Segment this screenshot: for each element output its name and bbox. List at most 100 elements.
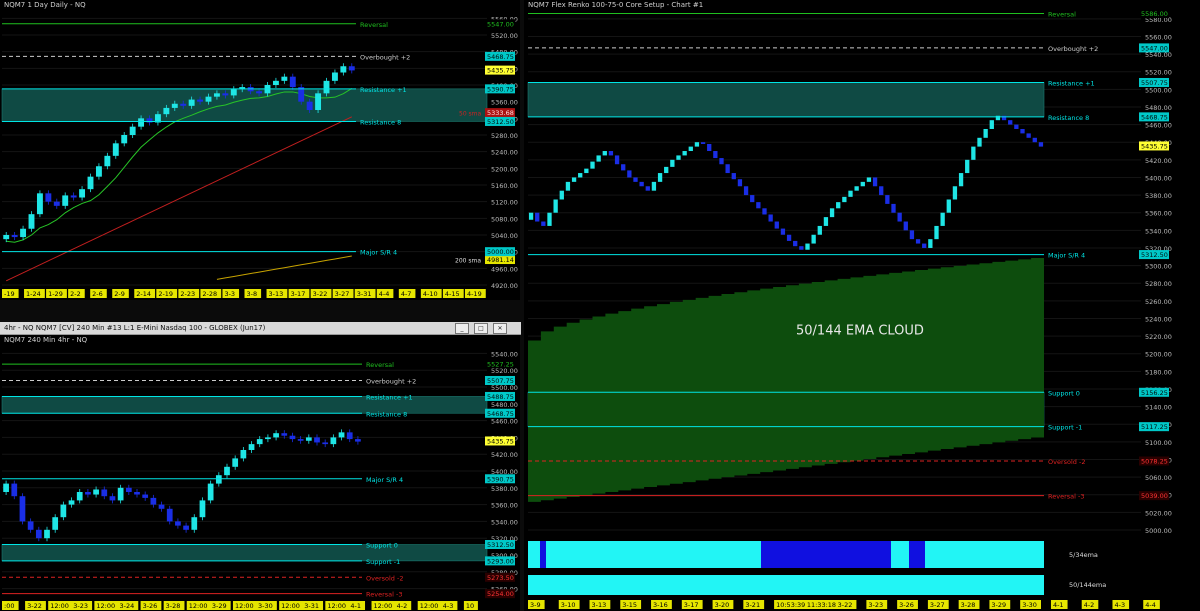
daily-chart-svg[interactable]: 5560.005520.005480.005440.005400.005360.… xyxy=(0,0,520,300)
candle-body xyxy=(743,186,749,196)
candle-body xyxy=(70,195,77,198)
date-tick-label: 12:00 xyxy=(281,602,300,610)
candle-body xyxy=(768,214,773,222)
date-tick-label: 10 xyxy=(466,602,474,610)
level-value-label: 5293.00 xyxy=(487,557,514,565)
candle-body xyxy=(965,159,970,174)
date-tick-label: 3-16 xyxy=(653,601,668,609)
level-name-label: Reversal xyxy=(1048,11,1076,19)
candle-body xyxy=(885,195,890,204)
candle-body xyxy=(224,466,230,476)
level-name-label: Resistance +1 xyxy=(366,393,413,401)
candle-body xyxy=(977,137,982,147)
candle-body xyxy=(688,146,693,152)
candle-body xyxy=(915,239,921,244)
daily-chart-panel[interactable]: NQM7 1 Day Daily - NQ 5560.005520.005480… xyxy=(0,0,520,300)
level-zone xyxy=(527,82,1045,118)
date-tick-label: 1-29 xyxy=(48,290,63,298)
candle-body xyxy=(940,212,945,226)
candle-body xyxy=(331,72,338,81)
candle-body xyxy=(138,118,145,127)
maximize-icon[interactable]: □ xyxy=(474,323,488,334)
date-tick-label: 2-6 xyxy=(92,290,103,298)
candle-body xyxy=(273,433,279,438)
date-tick-label: 12:00 xyxy=(327,602,346,610)
candle-body xyxy=(45,193,52,202)
candle-body xyxy=(725,164,730,174)
candle-body xyxy=(171,103,178,108)
candle-body xyxy=(188,99,195,106)
price-tick-label: 5280.00 xyxy=(491,132,518,140)
candle-body xyxy=(1026,133,1031,138)
candle-body xyxy=(121,135,128,144)
ema-strip-segment xyxy=(761,541,891,568)
renko-chart-svg[interactable]: 5580.005560.005540.005520.005500.005480.… xyxy=(524,0,1200,611)
price-tick-label: 5300.00 xyxy=(1145,263,1172,271)
candle-body xyxy=(338,432,345,438)
minimize-icon[interactable]: _ xyxy=(455,323,469,334)
candle-body xyxy=(306,101,313,110)
h4-chart-panel[interactable]: NQM7 240 Min 4hr - NQ 5540.00 5520.00 5500… xyxy=(0,335,520,611)
candle-body xyxy=(134,492,140,495)
price-tick-label: 5100.00 xyxy=(1145,439,1172,447)
close-icon[interactable]: ✕ xyxy=(493,323,507,334)
candle-body xyxy=(989,120,994,129)
level-value-label: 5156.25 xyxy=(1141,389,1168,397)
candle-body xyxy=(750,195,755,203)
price-tick-label: 5560.00 xyxy=(1145,33,1172,41)
candle-body xyxy=(19,496,26,522)
candle-body xyxy=(256,91,263,94)
candle-body xyxy=(166,508,173,522)
h4-chart-svg[interactable]: 5540.005520.005500.005480.005460.005440.… xyxy=(0,335,520,611)
candle-body xyxy=(11,483,18,497)
ema-strip-50-144-label: 50/144ema xyxy=(1069,581,1106,589)
level-value-label: 5468.75 xyxy=(487,53,514,61)
date-tick-label: 10:53:39 xyxy=(776,601,805,609)
date-tick-label: 2-23 xyxy=(180,290,195,298)
candle-body xyxy=(348,66,355,71)
candle-body xyxy=(737,179,743,187)
candle-body xyxy=(125,487,132,492)
candle-body xyxy=(142,494,149,498)
date-tick-label: 4-2 xyxy=(397,602,408,610)
level-value-label: 5586.00 xyxy=(1141,10,1168,18)
price-tick-label: 4960.00 xyxy=(491,265,518,273)
sma200-value-label: 4981.14 xyxy=(487,256,514,264)
level-name-label: Resistance 8 xyxy=(366,410,407,418)
level-name-label: Overbought +2 xyxy=(360,53,410,61)
price-tick-label: 5220.00 xyxy=(1145,333,1172,341)
renko-chart-panel[interactable]: NQM7 Flex Renko 100-75-0 Core Setup - Ch… xyxy=(524,0,1200,611)
candle-body xyxy=(240,450,247,459)
level-value-label: 5468.75 xyxy=(1141,113,1168,121)
price-tick-label: 5240.00 xyxy=(491,149,518,157)
date-tick-label: 12:00 xyxy=(374,602,393,610)
price-tick-label: 5500.00 xyxy=(491,384,518,392)
candle-body xyxy=(682,151,687,156)
candle-body xyxy=(780,228,786,235)
candle-body xyxy=(205,96,212,102)
candle-body xyxy=(719,158,724,165)
candle-body xyxy=(68,500,75,505)
price-tick-label: 5460.00 xyxy=(1145,122,1172,130)
candle-body xyxy=(323,80,330,94)
price-tick-label: 5000.00 xyxy=(1145,527,1172,535)
price-tick-label: 5460.00 xyxy=(491,418,518,426)
candle-body xyxy=(799,246,804,250)
h4-window-titlebar[interactable]: 4hr - NQ NQM7 [CV] 240 Min #13 L:1 E-Min… xyxy=(0,322,521,335)
candle-body xyxy=(248,444,255,450)
date-tick-label: 3-17 xyxy=(684,601,699,609)
level-value-label: 5527.25 xyxy=(487,361,514,369)
candle-body xyxy=(805,243,810,250)
date-tick-label: 3-28 xyxy=(166,602,181,610)
date-tick-label: 11:33:18 xyxy=(807,601,836,609)
level-name-label: Overbought +2 xyxy=(1048,45,1098,53)
candle-body xyxy=(1008,120,1013,125)
date-tick-label: 3-17 xyxy=(291,290,306,298)
candle-body xyxy=(340,66,347,73)
candle-body xyxy=(872,177,878,187)
level-value-label: 5312.50 xyxy=(1141,251,1168,259)
candle-body xyxy=(621,164,626,171)
price-tick-label: 5060.00 xyxy=(1145,474,1172,482)
candle-body xyxy=(793,240,798,247)
sma50-line xyxy=(5,116,353,282)
